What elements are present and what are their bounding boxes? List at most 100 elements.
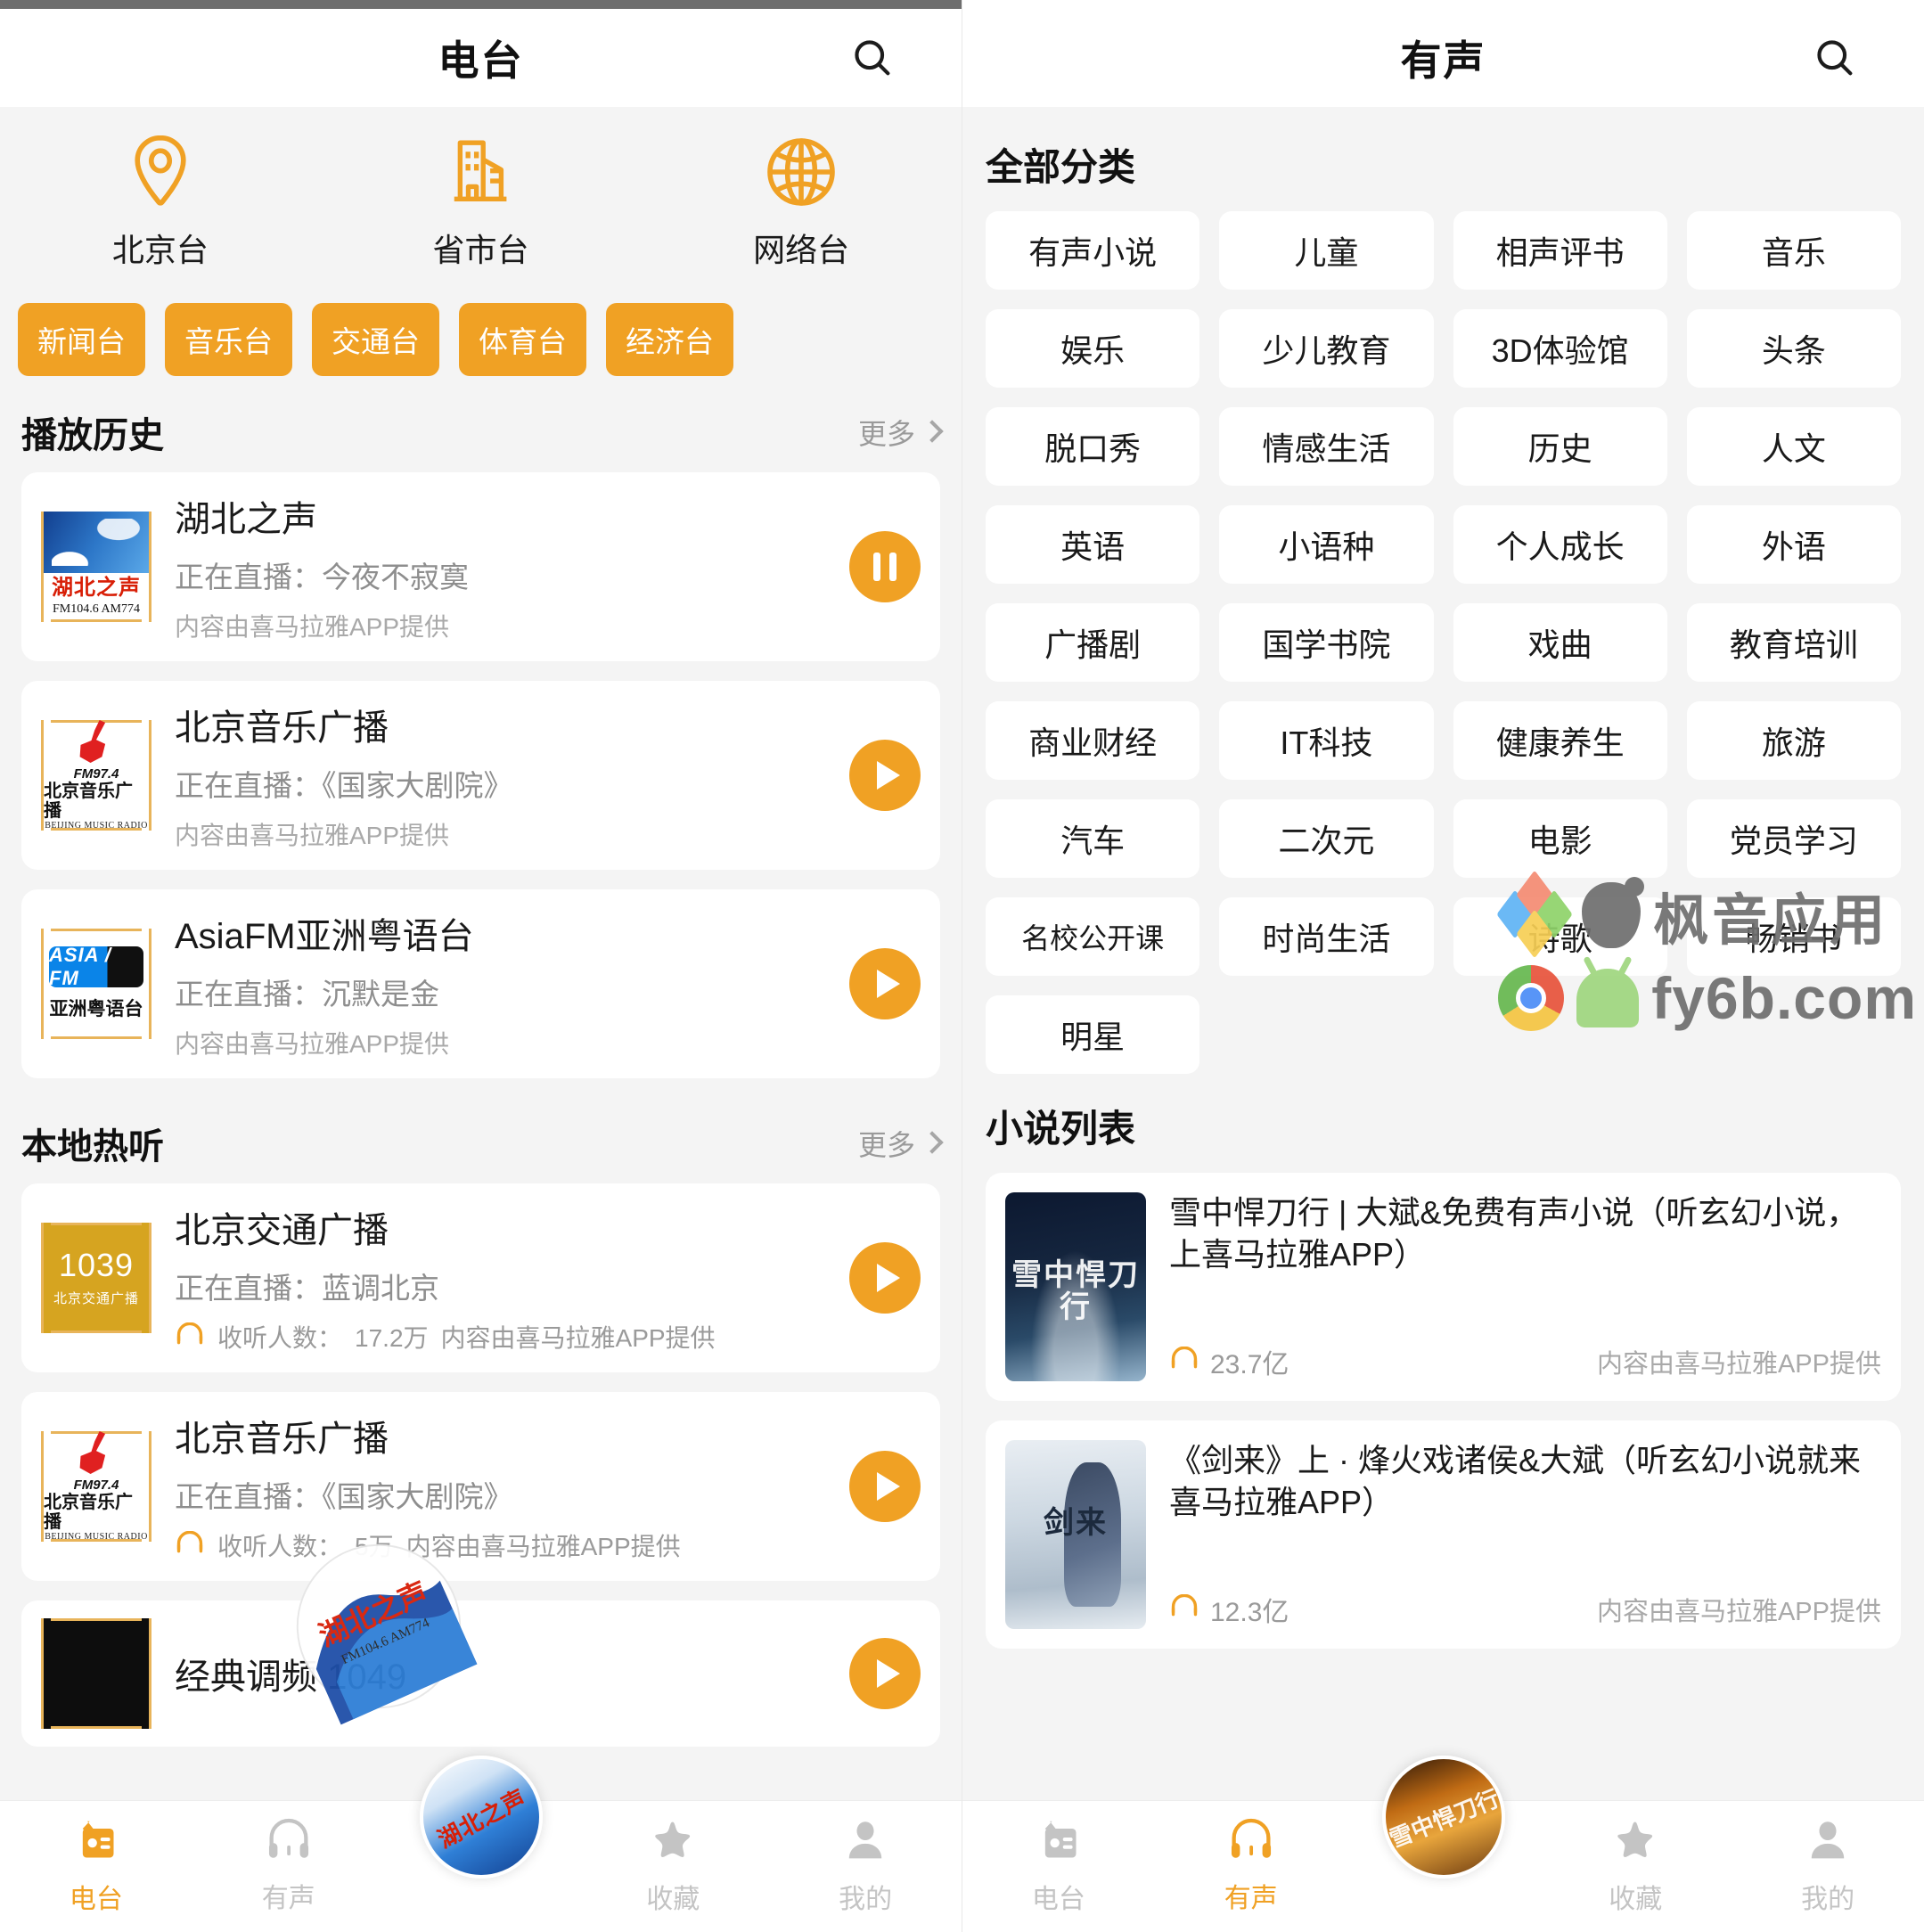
table-row[interactable]: 湖北之声 FM104.6 AM774 湖北之声 正在直播：今夜不寂寞 内容由喜马…	[21, 472, 940, 661]
category-item[interactable]: 国学书院	[1219, 603, 1434, 682]
category-item[interactable]: 有声小说	[986, 211, 1200, 290]
chevron-right-icon	[921, 1130, 944, 1154]
station-logo: 1039 北京交通广播	[41, 1223, 151, 1333]
quicknav-province[interactable]: 省市台	[321, 134, 642, 271]
now-playing-icon[interactable]: 雪中悍刀行	[1381, 1756, 1505, 1879]
chip-news[interactable]: 新闻台	[18, 303, 145, 376]
play-button[interactable]	[849, 1451, 921, 1522]
category-item[interactable]: 明星	[986, 995, 1200, 1074]
category-item[interactable]: 电影	[1453, 799, 1667, 878]
category-item[interactable]: 商业财经	[986, 701, 1200, 780]
category-item[interactable]: 头条	[1686, 309, 1901, 388]
category-item[interactable]: 二次元	[1219, 799, 1434, 878]
person-icon	[1805, 1817, 1851, 1868]
bottom-tabbar[interactable]: 电台 有声	[0, 1756, 962, 1932]
audio-scroll-body[interactable]: 全部分类 有声小说 儿童 相声评书 音乐 娱乐 少儿教育 3D体验馆 头条 脱口…	[962, 107, 1924, 1800]
tab-favorites[interactable]: 收藏	[577, 1817, 769, 1916]
table-row[interactable]: 经典调频 1049	[21, 1600, 940, 1747]
tab-radio[interactable]: 电台	[0, 1817, 192, 1916]
list-item[interactable]: 剑来 《剑来》上 · 烽火戏诸侯&大斌（听玄幻小说就来喜马拉雅APP） 12.3…	[986, 1420, 1901, 1649]
tab-label: 收藏	[646, 1885, 700, 1914]
listener-label: 收听人数：	[217, 1533, 343, 1560]
category-item[interactable]: 时尚生活	[1219, 897, 1434, 976]
bottom-tabbar[interactable]: 电台 有声	[962, 1756, 1924, 1932]
category-item[interactable]: 娱乐	[986, 309, 1200, 388]
history-more-link[interactable]: 更多	[858, 412, 944, 453]
category-item[interactable]: 3D体验馆	[1453, 309, 1667, 388]
category-item[interactable]: 英语	[986, 505, 1200, 584]
radio-icon	[73, 1817, 119, 1868]
station-logo: ASIA / FM 亚洲粤语台	[41, 929, 151, 1039]
category-item[interactable]: 音乐	[1686, 211, 1901, 290]
category-item[interactable]: 少儿教育	[1219, 309, 1434, 388]
category-item[interactable]: 相声评书	[1453, 211, 1667, 290]
table-row[interactable]: ASIA / FM 亚洲粤语台 AsiaFM亚洲粤语台 正在直播：沉默是金 内容…	[21, 889, 940, 1078]
pause-button[interactable]	[849, 531, 921, 602]
quicknav-label: 北京台	[111, 232, 209, 268]
headphone-icon	[1227, 1818, 1275, 1867]
chip-sports[interactable]: 体育台	[459, 303, 586, 376]
category-grid[interactable]: 有声小说 儿童 相声评书 音乐 娱乐 少儿教育 3D体验馆 头条 脱口秀 情感生…	[962, 211, 1924, 1074]
category-item[interactable]: 外语	[1686, 505, 1901, 584]
logo-text: 北京音乐广播	[44, 782, 133, 821]
category-item[interactable]: 儿童	[1219, 211, 1434, 290]
logo-subtext: BEIJING MUSIC RADIO	[45, 821, 148, 831]
chip-traffic[interactable]: 交通台	[312, 303, 439, 376]
category-item[interactable]: 畅销书	[1686, 897, 1901, 976]
station-name: 经典调频 1049	[175, 1658, 407, 1697]
radio-scroll-body[interactable]: 北京台 省市台 网络台 新闻台 音乐台 交通台 体育台 经济台 播放历史 更多 …	[0, 107, 962, 1800]
play-button[interactable]	[849, 1242, 921, 1314]
tab-radio[interactable]: 电台	[962, 1817, 1155, 1916]
category-item[interactable]: IT科技	[1219, 701, 1434, 780]
categories-title: 全部分类	[986, 146, 1136, 188]
play-button[interactable]	[849, 948, 921, 1019]
tab-audio[interactable]: 有声	[192, 1818, 385, 1915]
now-playing-icon[interactable]: 湖北之声	[419, 1756, 543, 1879]
table-row[interactable]: FM97.4 北京音乐广播 BEIJING MUSIC RADIO 北京音乐广播…	[21, 1392, 940, 1581]
live-program: 正在直播：《国家大剧院》	[175, 1480, 513, 1513]
headphone-icon	[265, 1818, 313, 1867]
list-item[interactable]: 雪中悍刀行 雪中悍刀行 | 大斌&免费有声小说（听玄幻小说，上喜马拉雅APP）	[986, 1173, 1901, 1401]
tab-label: 有声	[1224, 1884, 1278, 1913]
category-item[interactable]: 广播剧	[986, 603, 1200, 682]
play-button[interactable]	[849, 1638, 921, 1709]
category-item[interactable]: 教育培训	[1686, 603, 1901, 682]
tab-favorites[interactable]: 收藏	[1539, 1817, 1732, 1916]
station-logo: 湖北之声 FM104.6 AM774	[41, 512, 151, 622]
category-chip-row[interactable]: 新闻台 音乐台 交通台 体育台 经济台	[0, 287, 962, 397]
listener-meta: 收听人数： 17.2万 内容由喜马拉雅APP提供	[175, 1319, 826, 1355]
category-item[interactable]: 旅游	[1686, 701, 1901, 780]
category-item[interactable]: 党员学习	[1686, 799, 1901, 878]
station-name: 北京交通广播	[175, 1211, 389, 1250]
category-item[interactable]: 名校公开课	[986, 897, 1200, 976]
category-item[interactable]: 个人成长	[1453, 505, 1667, 584]
search-icon[interactable]	[847, 33, 897, 83]
location-pin-icon	[122, 134, 199, 210]
table-row[interactable]: 1039 北京交通广播 北京交通广播 正在直播：蓝调北京 收听人数： 17.2万…	[21, 1183, 940, 1372]
search-icon[interactable]	[1810, 33, 1860, 83]
play-button[interactable]	[849, 740, 921, 811]
globe-icon	[763, 134, 839, 210]
tab-profile[interactable]: 我的	[1732, 1817, 1924, 1916]
tab-label: 我的	[839, 1885, 893, 1914]
local-hot-more-link[interactable]: 更多	[858, 1123, 944, 1164]
quicknav-network[interactable]: 网络台	[641, 134, 962, 271]
category-item[interactable]: 脱口秀	[986, 407, 1200, 486]
category-item[interactable]: 小语种	[1219, 505, 1434, 584]
category-item[interactable]: 汽车	[986, 799, 1200, 878]
table-row[interactable]: FM97.4 北京音乐广播 BEIJING MUSIC RADIO 北京音乐广播…	[21, 681, 940, 870]
quicknav-beijing[interactable]: 北京台	[0, 134, 321, 271]
category-item[interactable]: 人文	[1686, 407, 1901, 486]
chip-music[interactable]: 音乐台	[165, 303, 292, 376]
quick-nav: 北京台 省市台 网络台	[0, 107, 962, 287]
tab-audio[interactable]: 有声	[1155, 1818, 1347, 1915]
chevron-right-icon	[921, 419, 944, 443]
chip-economy[interactable]: 经济台	[606, 303, 733, 376]
category-item[interactable]: 诗歌	[1453, 897, 1667, 976]
category-item[interactable]: 戏曲	[1453, 603, 1667, 682]
tab-profile[interactable]: 我的	[769, 1817, 962, 1916]
audio-panel: 有声 全部分类 有声小说 儿童 相声评书 音乐 娱乐 少儿教育 3D体验馆 头条…	[962, 0, 1924, 1932]
category-item[interactable]: 健康养生	[1453, 701, 1667, 780]
category-item[interactable]: 情感生活	[1219, 407, 1434, 486]
category-item[interactable]: 历史	[1453, 407, 1667, 486]
